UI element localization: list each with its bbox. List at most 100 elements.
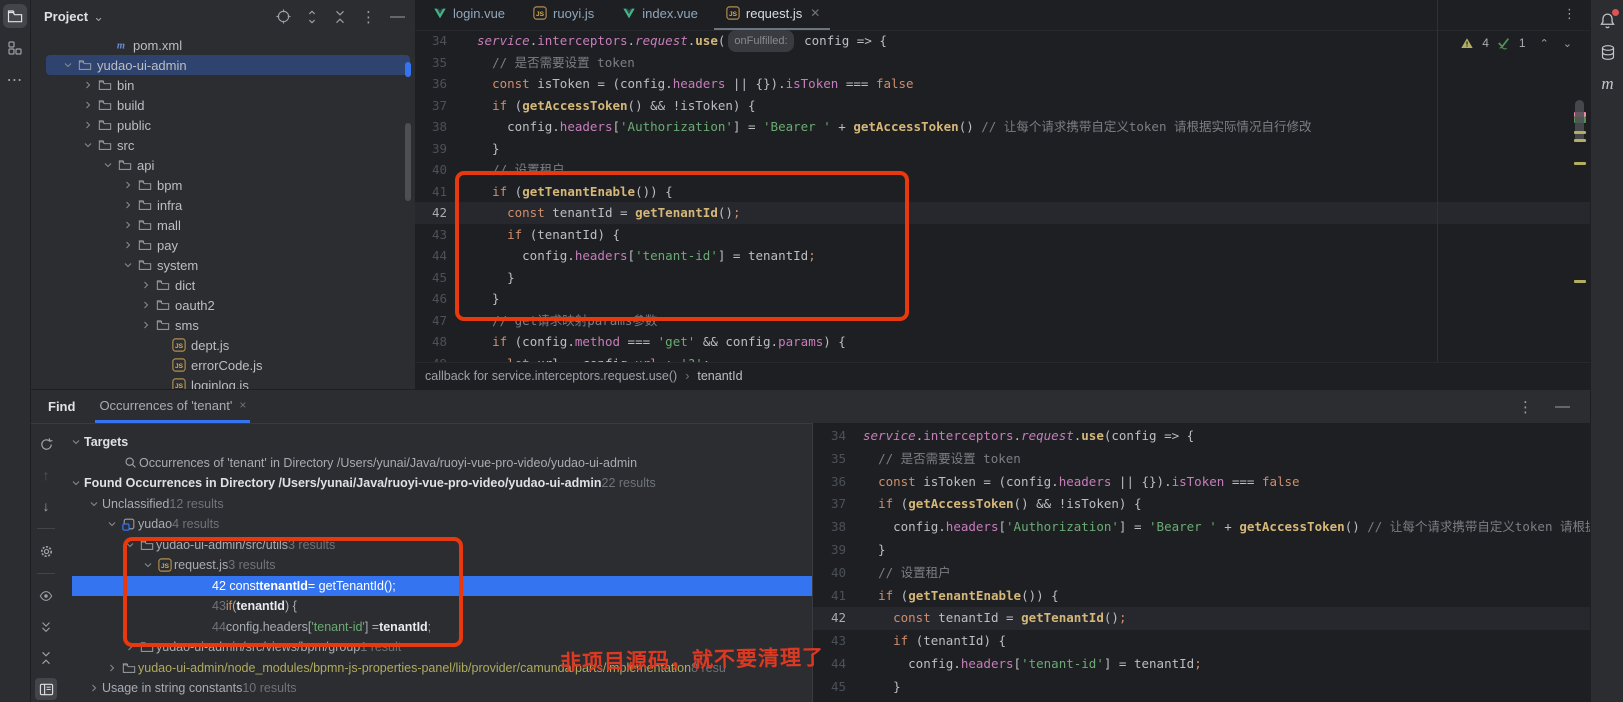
breadcrumb-leaf[interactable]: tenantId	[697, 369, 742, 383]
gear-button[interactable]	[35, 540, 57, 562]
code-area[interactable]: 34service.interceptors.request.use(onFul…	[415, 30, 1590, 389]
code-line-41[interactable]: 41 if (getTenantEnable()) {	[415, 181, 1590, 203]
chev-right-icon[interactable]	[106, 662, 118, 674]
minimize-icon[interactable]: —	[390, 8, 405, 25]
code-line-40[interactable]: 40 // 设置租户	[415, 159, 1590, 181]
chev-right-icon[interactable]	[82, 119, 94, 131]
find-result-row[interactable]: 44 config.headers['tenant-id'] = tenantI…	[62, 617, 812, 638]
editor-tab-ruoyi.js[interactable]: JSruoyi.js	[521, 0, 604, 30]
preview-editor[interactable]: 34service.interceptors.request.use(confi…	[812, 423, 1591, 702]
project-tree-row[interactable]: bin	[30, 75, 415, 95]
project-tree-row[interactable]: bpm	[30, 175, 415, 195]
close-icon[interactable]: ×	[239, 398, 246, 412]
code-line-36[interactable]: 36 const isToken = (config.headers || {}…	[813, 471, 1591, 494]
chev-right-icon[interactable]	[140, 319, 152, 331]
chev-right-icon[interactable]	[124, 641, 136, 653]
find-result-row[interactable]: JSrequest.js 3 results	[62, 555, 812, 576]
tool-stripe-button-notifications-bell[interactable]	[1596, 8, 1620, 32]
find-result-row[interactable]: Unclassified 12 results	[62, 494, 812, 515]
chev-down-icon[interactable]	[70, 436, 82, 448]
chev-right-icon[interactable]	[140, 279, 152, 291]
code-line-46[interactable]: 46 }	[415, 288, 1590, 310]
code-line-44[interactable]: 44 config.headers['tenant-id'] = tenantI…	[415, 245, 1590, 267]
refresh-button[interactable]	[35, 433, 57, 455]
code-line-34[interactable]: 34service.interceptors.request.use(confi…	[813, 425, 1591, 448]
code-line-37[interactable]: 37 if (getAccessToken() && !isToken) {	[415, 95, 1590, 117]
editor-tab-request.js[interactable]: JSrequest.js✕	[714, 0, 830, 30]
chevron-down-icon[interactable]: ⌄	[93, 9, 104, 25]
chev-right-icon[interactable]	[122, 219, 134, 231]
editor-scrollbar[interactable]	[1575, 100, 1584, 142]
project-tree-row[interactable]: mpom.xml	[30, 35, 415, 55]
next-problem-icon[interactable]: ⌄	[1563, 36, 1572, 50]
project-tree-row[interactable]: src	[30, 135, 415, 155]
editor-tab-index.vue[interactable]: index.vue	[610, 0, 708, 30]
code-line-37[interactable]: 37 if (getAccessToken() && !isToken) {	[813, 493, 1591, 516]
up-button[interactable]: ↑	[35, 464, 57, 486]
chev-right-icon[interactable]	[122, 199, 134, 211]
tool-stripe-button-project-folder[interactable]	[3, 4, 27, 28]
chev-right-icon[interactable]	[88, 682, 100, 694]
inspections-widget[interactable]: 41⌃⌄	[1460, 36, 1572, 50]
chev-down-icon[interactable]	[106, 518, 118, 530]
find-result-row[interactable]: 43 if (tenantId) {	[62, 596, 812, 617]
chev-down-icon[interactable]	[122, 259, 134, 271]
collapse-all-button[interactable]	[35, 647, 57, 669]
kebab-icon[interactable]: ⋮	[361, 8, 376, 26]
project-tree-row[interactable]: JSdept.js	[30, 335, 415, 355]
project-tree-row[interactable]: JSerrorCode.js	[30, 355, 415, 375]
code-line-36[interactable]: 36 const isToken = (config.headers || {}…	[415, 73, 1590, 95]
project-tree-row[interactable]: yudao-ui-admin	[30, 55, 415, 75]
collapse-all-icon[interactable]	[333, 10, 347, 24]
minimize-icon[interactable]: —	[1555, 398, 1570, 415]
prev-problem-icon[interactable]: ⌃	[1540, 36, 1549, 50]
chev-down-icon[interactable]	[102, 159, 114, 171]
project-title[interactable]: Project	[44, 9, 88, 24]
editor-tab-login.vue[interactable]: login.vue	[421, 0, 515, 30]
project-tree-row[interactable]: public	[30, 115, 415, 135]
project-tree-row[interactable]: oauth2	[30, 295, 415, 315]
project-tree-row[interactable]: sms	[30, 315, 415, 335]
project-tree-row[interactable]: api	[30, 155, 415, 175]
chev-down-icon[interactable]	[142, 559, 154, 571]
find-result-row[interactable]: yudao-ui-admin/src/utils 3 results	[62, 535, 812, 556]
chev-down-icon[interactable]	[88, 498, 100, 510]
tool-stripe-button-structure[interactable]	[3, 36, 27, 60]
find-result-row[interactable]: 42 const tenantId = getTenantId();	[62, 576, 812, 597]
chev-right-icon[interactable]	[140, 299, 152, 311]
chev-right-icon[interactable]	[82, 79, 94, 91]
project-tree-row[interactable]: mall	[30, 215, 415, 235]
chev-right-icon[interactable]	[122, 179, 134, 191]
project-tree-row[interactable]: build	[30, 95, 415, 115]
locate-icon[interactable]	[276, 9, 291, 24]
project-tree-row[interactable]: pay	[30, 235, 415, 255]
preview-toggle-button[interactable]	[35, 678, 57, 700]
find-result-row[interactable]: Occurrences of 'tenant' in Directory /Us…	[62, 453, 812, 474]
code-line-47[interactable]: 47 // get请求映射params参数	[415, 310, 1590, 332]
tool-stripe-button-more-horizontal[interactable]: ⋯	[3, 68, 27, 92]
code-line-39[interactable]: 39 }	[813, 539, 1591, 562]
project-tree-row[interactable]: system	[30, 255, 415, 275]
chev-down-icon[interactable]	[62, 59, 74, 71]
close-icon[interactable]: ✕	[810, 6, 820, 20]
find-result-row[interactable]: Usage in string constants 10 results	[62, 678, 812, 699]
kebab-menu-icon[interactable]: ⋮	[1563, 6, 1576, 22]
unfold-icon[interactable]	[305, 10, 319, 24]
eye-button[interactable]	[35, 585, 57, 607]
expand-all-button[interactable]	[35, 616, 57, 638]
code-line-45[interactable]: 45 }	[415, 267, 1590, 289]
tool-stripe-button-maven-m[interactable]: m	[1596, 72, 1620, 96]
project-tree-row[interactable]: dict	[30, 275, 415, 295]
code-line-45[interactable]: 45 }	[813, 676, 1591, 699]
code-line-35[interactable]: 35 // 是否需要设置 token	[415, 52, 1590, 74]
project-tree-row[interactable]: infra	[30, 195, 415, 215]
find-result-row[interactable]: Targets	[62, 432, 812, 453]
code-line-42[interactable]: 42 const tenantId = getTenantId();	[813, 607, 1591, 630]
code-line-35[interactable]: 35 // 是否需要设置 token	[813, 448, 1591, 471]
code-line-38[interactable]: 38 config.headers['Authorization'] = 'Be…	[415, 116, 1590, 138]
chev-right-icon[interactable]	[82, 99, 94, 111]
code-line-40[interactable]: 40 // 设置租户	[813, 562, 1591, 585]
chev-down-icon[interactable]	[70, 477, 82, 489]
find-result-row[interactable]: yudao 4 results	[62, 514, 812, 535]
down-button[interactable]: ↓	[35, 495, 57, 517]
